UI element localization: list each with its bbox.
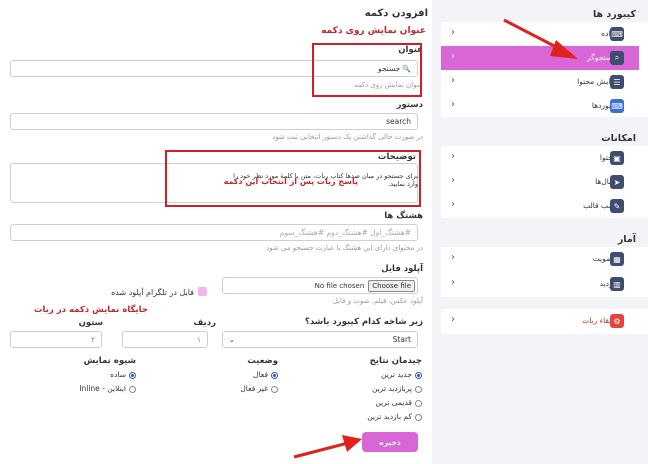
hashtag-placeholder: #هشتگ_اول #هشتگ_دوم #هشتگ_سوم	[279, 228, 411, 237]
chevron-left-icon: ‹	[451, 252, 455, 263]
sidebar-item-visits[interactable]: بازدید ▥ ‹	[441, 272, 639, 296]
display-option-inline[interactable]: اینلاین - Inline	[79, 384, 136, 393]
row-label: ردیف	[193, 318, 216, 328]
sidebar: کیبورد ها ساده ⌨ ‹ جستجوگر ⌕ ‹ نمایش محت…	[441, 0, 648, 464]
section-title-annotation: عنوان نمایش روی دکمه	[321, 26, 426, 36]
status-option-label: غیر فعال	[240, 384, 268, 393]
status-label: وضعیت	[247, 356, 278, 366]
sort-option-most-viewed[interactable]: پربازدید ترین	[372, 384, 422, 393]
chevron-left-icon: ‹	[451, 314, 455, 325]
sort-option-label: قدیمی ترین	[375, 398, 412, 407]
upload-label: آپلود فایل	[381, 264, 423, 274]
sort-option-oldest[interactable]: قدیمی ترین	[375, 398, 422, 407]
subbranch-value: Start	[392, 335, 411, 344]
status-option-label: فعال	[253, 370, 268, 379]
save-button[interactable]: ذخیره	[362, 432, 418, 452]
sidebar-item-membership[interactable]: عضویت ▦ ‹	[441, 247, 639, 271]
send-icon: ➤	[610, 175, 624, 189]
command-label: دستور	[396, 100, 423, 110]
radio-icon	[415, 371, 422, 379]
file-upload-input[interactable]: Choose file No file chosen	[222, 277, 418, 294]
command-input[interactable]: search	[10, 113, 418, 130]
chevron-left-icon: ‹	[451, 27, 455, 38]
sort-option-least-viewed[interactable]: کم بازدید ترین	[367, 412, 422, 421]
keyboard-icon: ⌨	[610, 99, 624, 113]
radio-icon	[129, 385, 136, 393]
page-title: افزودن دکمه	[364, 8, 428, 19]
position-annotation: جایگاه نمایش دکمه در ربات	[33, 305, 148, 315]
arrow-annotation-save	[293, 435, 362, 459]
radio-icon	[129, 371, 136, 379]
sidebar-item-content-display[interactable]: نمایش محتوا ☰ ‹	[441, 70, 639, 94]
subbranch-select[interactable]: Start ⌄	[222, 331, 418, 348]
display-option-label: اینلاین - Inline	[79, 384, 126, 393]
hashtag-label: هشتگ ها	[384, 211, 423, 221]
gear-icon: ⚙	[610, 314, 624, 328]
chevron-left-icon: ‹	[451, 75, 455, 86]
sort-option-label: کم بازدید ترین	[367, 412, 412, 421]
image-icon: ▣	[610, 151, 624, 165]
col-label: ستون	[78, 318, 103, 328]
keyboards-section-title: کیبورد ها	[592, 9, 636, 20]
stats-section-title: آمار	[617, 234, 636, 245]
telegram-uploaded-checkbox[interactable]	[198, 287, 207, 296]
features-section-title: امکانات	[601, 133, 636, 144]
radio-icon	[415, 385, 422, 393]
chevron-left-icon: ‹	[451, 277, 455, 288]
upload-status: No file chosen	[314, 281, 365, 290]
display-label: شیوه نمایش	[83, 356, 136, 366]
display-option-label: ساده	[110, 370, 126, 379]
radio-icon	[415, 399, 422, 407]
sidebar-item-upgrade-bot[interactable]: ارتقاء ربات ⚙ ‹	[441, 309, 639, 333]
subbranch-label: زیر شاخه کدام کیبورد باشد؟	[304, 317, 423, 327]
sidebar-item-channels[interactable]: کانال‌ها ➤ ‹	[441, 170, 639, 194]
hashtag-hint: در محتوای دارای این هشتگ یا عبارت جستجو …	[266, 244, 423, 252]
choose-file-button[interactable]: Choose file	[368, 279, 415, 292]
radio-icon	[271, 385, 278, 393]
col-input[interactable]: ۲	[10, 331, 102, 348]
status-option-inactive[interactable]: غیر فعال	[240, 384, 278, 393]
command-hint: در صورت خالی گذاشتن یک دستور انتخابی ثبت…	[272, 133, 423, 141]
list-icon: ☰	[610, 75, 624, 89]
radio-icon	[415, 413, 422, 421]
sidebar-item-keyboards[interactable]: کیبوردها ⌨ ‹	[441, 94, 639, 118]
status-option-active[interactable]: فعال	[253, 370, 278, 379]
chart-icon: ▥	[610, 277, 624, 291]
chevron-down-icon: ⌄	[229, 335, 235, 344]
chevron-left-icon: ‹	[451, 175, 455, 186]
sort-label: چیدمان نتایج	[369, 356, 422, 366]
sidebar-item-content[interactable]: محتوا ▣ ‹	[441, 146, 639, 170]
description-annotation: پاسخ ربات پس از انتخاب این دکمه	[223, 177, 358, 186]
sort-option-newest[interactable]: جدید ترین	[381, 370, 422, 379]
sort-option-label: پربازدید ترین	[372, 384, 412, 393]
calendar-icon: ▦	[610, 252, 624, 266]
sort-option-label: جدید ترین	[380, 370, 412, 379]
search-icon: ⌕	[610, 51, 624, 65]
stats-card: عضویت ▦ ‹ بازدید ▥ ‹	[441, 247, 648, 297]
chevron-left-icon: ‹	[451, 199, 455, 210]
arrow-annotation-search	[503, 18, 578, 59]
chevron-left-icon: ‹	[451, 151, 455, 162]
title-highlight-box	[312, 43, 422, 97]
display-option-simple[interactable]: ساده	[110, 370, 136, 379]
hashtag-input[interactable]: #هشتگ_اول #هشتگ_دوم #هشتگ_سوم	[10, 224, 418, 241]
features-card: محتوا ▣ ‹ کانال‌ها ➤ ‹ نصب قالب ✎ ‹	[441, 146, 648, 218]
keyboard-icon: ⌨	[610, 27, 624, 41]
telegram-uploaded-label: فایل در تلگرام آپلود شده	[111, 288, 194, 297]
chevron-left-icon: ‹	[451, 51, 455, 62]
brush-icon: ✎	[610, 199, 624, 213]
upgrade-card: ارتقاء ربات ⚙ ‹	[441, 309, 648, 334]
sidebar-item-install-template[interactable]: نصب قالب ✎ ‹	[441, 194, 639, 218]
chevron-left-icon: ‹	[451, 99, 455, 110]
upload-hint: آپلود عکس، فیلم، صوت و فایل	[332, 297, 423, 305]
radio-icon	[271, 371, 278, 379]
row-input[interactable]: ۱	[122, 331, 208, 348]
